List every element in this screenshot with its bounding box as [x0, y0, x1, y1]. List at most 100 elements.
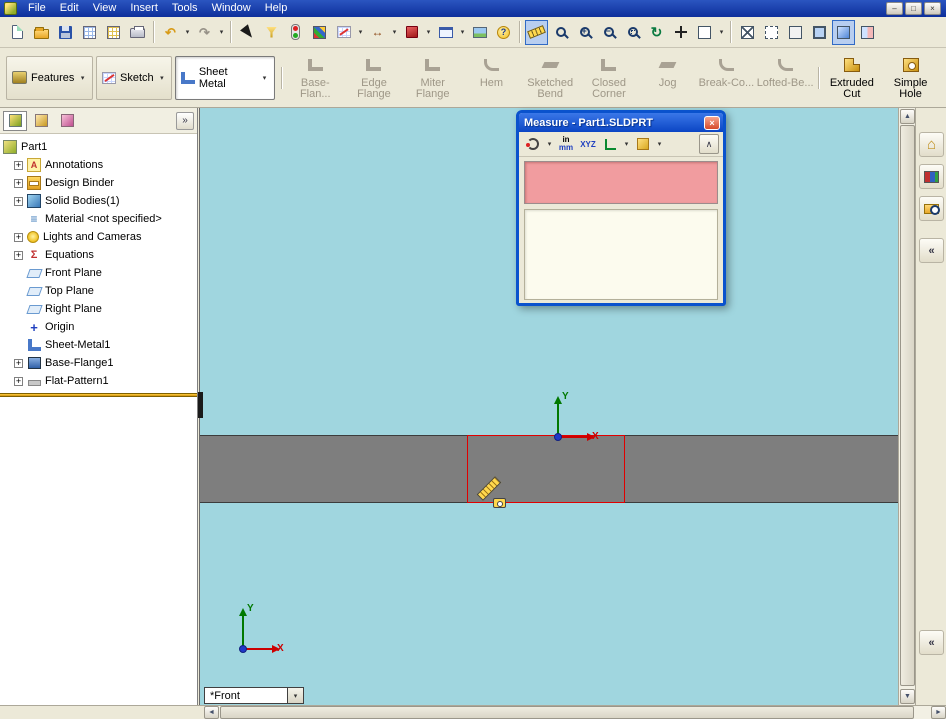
- closed-corner-button[interactable]: Closed Corner: [580, 51, 639, 105]
- wireframe-button[interactable]: [736, 20, 759, 45]
- units-precision-button[interactable]: in mm: [556, 134, 576, 154]
- menu-help[interactable]: Help: [258, 0, 295, 17]
- expand-icon[interactable]: +: [14, 232, 23, 242]
- tree-item-base-flange1[interactable]: + Base-Flange1: [0, 354, 197, 372]
- tab-sketch[interactable]: Sketch ▾: [95, 55, 173, 100]
- miter-flange-button[interactable]: Miter Flange: [403, 51, 462, 105]
- expand-icon[interactable]: +: [14, 250, 23, 260]
- measure-dialog-titlebar[interactable]: Measure - Part1.SLDPRT ×: [519, 113, 723, 132]
- vertical-scroll-thumb[interactable]: [900, 125, 915, 686]
- scroll-left-button[interactable]: ◄: [204, 706, 219, 719]
- show-xyz-measurements-button[interactable]: XYZ: [578, 134, 598, 154]
- open-document-button[interactable]: [30, 20, 53, 45]
- menu-file[interactable]: File: [21, 0, 53, 17]
- redo-button[interactable]: ↷: [193, 20, 216, 45]
- sketch-tab-dropdown[interactable]: ▾: [158, 74, 166, 82]
- make-drawing-button[interactable]: [78, 20, 101, 45]
- features-tab-dropdown[interactable]: ▾: [78, 74, 86, 82]
- undo-button[interactable]: ↶: [159, 20, 182, 45]
- menu-tools[interactable]: Tools: [165, 0, 205, 17]
- section-display-button[interactable]: [856, 20, 879, 45]
- arc-circle-measure-button[interactable]: [523, 134, 543, 154]
- edit-color-button[interactable]: [308, 20, 331, 45]
- horizontal-scroll-thumb[interactable]: [220, 706, 914, 719]
- dialog-close-button[interactable]: ×: [704, 115, 720, 130]
- tab-features[interactable]: Features ▾: [6, 55, 93, 100]
- redo-dropdown[interactable]: ▾: [217, 28, 226, 36]
- combo-dropdown-button[interactable]: ▾: [287, 688, 303, 703]
- jog-button[interactable]: Jog: [638, 51, 697, 105]
- expand-icon[interactable]: +: [14, 196, 23, 206]
- tree-item-origin[interactable]: Origin: [0, 318, 197, 336]
- panel-splitter-handle[interactable]: [198, 392, 203, 418]
- save-button[interactable]: [54, 20, 77, 45]
- selection-filter-button[interactable]: [260, 20, 283, 45]
- edit-material-button[interactable]: [400, 20, 423, 45]
- menu-insert[interactable]: Insert: [123, 0, 165, 17]
- base-flange-button[interactable]: Base-Flan...: [286, 51, 345, 105]
- tree-item-lights-cameras[interactable]: + Lights and Cameras: [0, 228, 197, 246]
- collapse-taskpane-button-lower[interactable]: «: [919, 630, 944, 655]
- zoom-to-area-button[interactable]: [621, 20, 644, 45]
- zoom-to-fit-button[interactable]: [549, 20, 572, 45]
- zoom-in-button[interactable]: [573, 20, 596, 45]
- tab-sheet-metal[interactable]: Sheet Metal ▾: [175, 55, 275, 100]
- maximize-button[interactable]: □: [905, 2, 922, 15]
- tree-item-top-plane[interactable]: Top Plane: [0, 282, 197, 300]
- scroll-up-button[interactable]: ▲: [900, 109, 915, 124]
- tree-item-design-binder[interactable]: + Design Binder: [0, 174, 197, 192]
- menu-view[interactable]: View: [86, 0, 124, 17]
- view-orientation-dropdown[interactable]: ▾: [717, 28, 726, 36]
- expand-icon[interactable]: +: [14, 358, 23, 368]
- new-document-button[interactable]: [6, 20, 29, 45]
- tree-item-right-plane[interactable]: Right Plane: [0, 300, 197, 318]
- design-library-button[interactable]: [919, 164, 944, 189]
- configurationmanager-tab[interactable]: [55, 111, 79, 131]
- point-to-point-dropdown[interactable]: ▾: [622, 140, 631, 148]
- measure-tool-button[interactable]: [525, 19, 548, 45]
- collapse-taskpane-button[interactable]: «: [919, 238, 944, 263]
- edge-flange-button[interactable]: Edge Flange: [345, 51, 404, 105]
- tree-item-annotations[interactable]: +Annotations: [0, 156, 197, 174]
- lofted-bend-button[interactable]: Lofted-Be...: [756, 51, 815, 105]
- section-view-button[interactable]: [434, 20, 457, 45]
- extruded-cut-button[interactable]: Extruded Cut: [823, 51, 882, 105]
- zoom-out-button[interactable]: [597, 20, 620, 45]
- scroll-down-button[interactable]: ▼: [900, 689, 915, 704]
- simple-hole-button[interactable]: Simple Hole: [881, 51, 940, 105]
- featuremanager-tab[interactable]: [3, 110, 27, 131]
- file-explorer-button[interactable]: [919, 196, 944, 221]
- dimension-dropdown[interactable]: ▾: [390, 28, 399, 36]
- view-orientation-combo[interactable]: *Front ▾: [204, 687, 304, 704]
- section-dropdown[interactable]: ▾: [458, 28, 467, 36]
- expand-icon[interactable]: +: [14, 178, 23, 188]
- scroll-right-button[interactable]: ►: [931, 706, 946, 719]
- material-dropdown[interactable]: ▾: [424, 28, 433, 36]
- expand-icon[interactable]: +: [14, 160, 23, 170]
- shaded-button[interactable]: [832, 19, 855, 45]
- help-button[interactable]: ?: [492, 20, 515, 45]
- break-corner-button[interactable]: Break-Co...: [697, 51, 756, 105]
- hidden-lines-removed-button[interactable]: [784, 20, 807, 45]
- make-assembly-button[interactable]: [102, 20, 125, 45]
- propertymanager-tab[interactable]: [29, 111, 53, 131]
- measure-dialog[interactable]: Measure - Part1.SLDPRT × ▾ in mm XYZ ▾ ▾…: [516, 110, 726, 306]
- print-button[interactable]: [126, 20, 149, 45]
- hidden-lines-visible-button[interactable]: [760, 20, 783, 45]
- measure-selection-listbox[interactable]: [524, 161, 718, 204]
- projection-dropdown[interactable]: ▾: [655, 140, 664, 148]
- expand-icon[interactable]: +: [14, 376, 23, 386]
- tree-item-front-plane[interactable]: Front Plane: [0, 264, 197, 282]
- tree-item-material[interactable]: Material <not specified>: [0, 210, 197, 228]
- drawing-sheet-button[interactable]: [468, 20, 491, 45]
- window-close-button[interactable]: ×: [924, 2, 941, 15]
- sheet-metal-tab-dropdown[interactable]: ▾: [260, 74, 269, 82]
- sketch-toolbar-button[interactable]: [332, 20, 355, 45]
- minimize-button[interactable]: –: [886, 2, 903, 15]
- pan-button[interactable]: [669, 20, 692, 45]
- tree-item-part1[interactable]: Part1: [0, 138, 197, 156]
- rotate-view-button[interactable]: ↻: [645, 20, 668, 45]
- vertical-scrollbar[interactable]: ▲ ▼: [898, 108, 915, 705]
- point-to-point-button[interactable]: [600, 134, 620, 154]
- smart-dimension-button[interactable]: ↔: [366, 20, 389, 45]
